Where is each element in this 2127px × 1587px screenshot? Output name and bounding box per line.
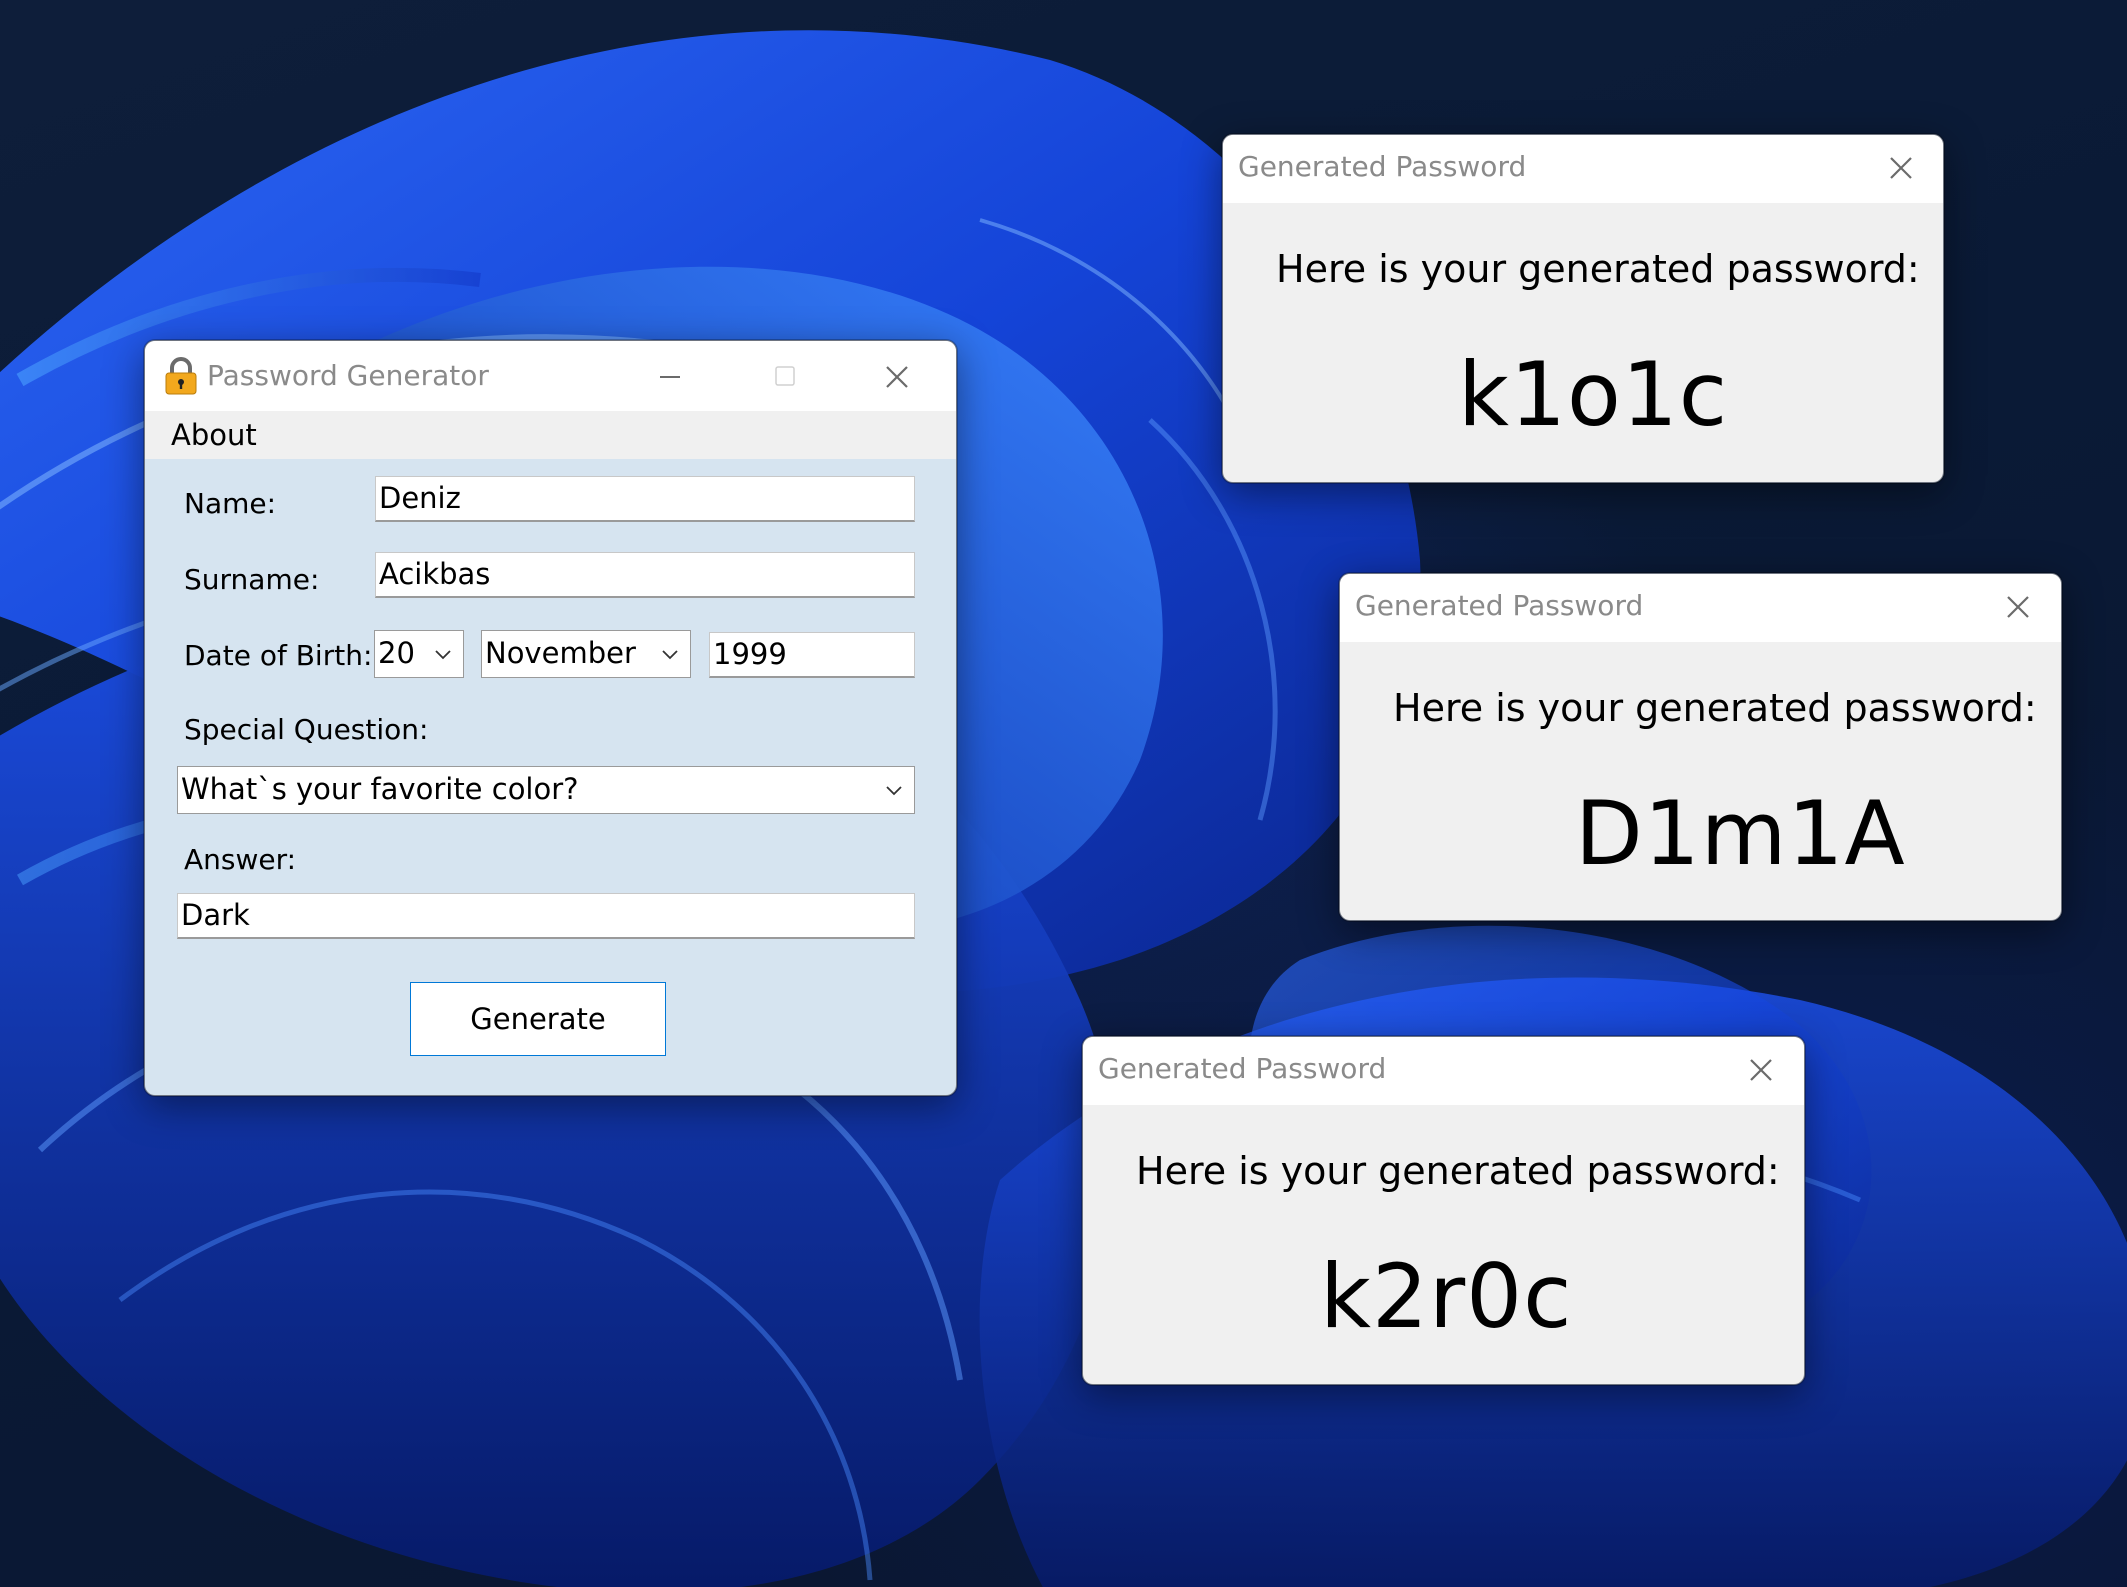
dialog-title: Generated Password bbox=[1355, 589, 1644, 622]
name-input[interactable]: Deniz bbox=[375, 476, 915, 522]
close-button[interactable] bbox=[881, 361, 913, 393]
dialog-title: Generated Password bbox=[1238, 150, 1527, 183]
generated-password-dialog: Generated Password Here is your generate… bbox=[1222, 134, 1944, 483]
dialog-message: Here is your generated password: bbox=[1136, 1149, 1780, 1193]
close-icon bbox=[2007, 596, 2029, 618]
generated-password-dialog: Generated Password Here is your generate… bbox=[1339, 573, 2062, 921]
generate-button[interactable]: Generate bbox=[410, 982, 666, 1056]
password-generator-window: Password Generator About Name: Deniz Sur… bbox=[144, 340, 957, 1096]
answer-label: Answer: bbox=[184, 843, 297, 876]
surname-input[interactable]: Acikbas bbox=[375, 552, 915, 598]
dob-year-input[interactable]: 1999 bbox=[709, 632, 915, 678]
maximize-icon bbox=[775, 366, 795, 386]
minimize-icon bbox=[660, 376, 680, 378]
padlock-icon bbox=[165, 357, 197, 395]
surname-label: Surname: bbox=[184, 563, 320, 596]
special-question-value: What`s your favorite color? bbox=[181, 772, 579, 806]
menu-bar: About bbox=[145, 411, 956, 459]
dialog-close-button[interactable] bbox=[1885, 152, 1917, 184]
dob-label: Date of Birth: bbox=[184, 639, 373, 672]
dialog-message: Here is your generated password: bbox=[1276, 247, 1920, 291]
special-question-label: Special Question: bbox=[184, 713, 429, 746]
dialog-title: Generated Password bbox=[1098, 1052, 1387, 1085]
close-icon bbox=[886, 366, 908, 388]
generated-password-dialog: Generated Password Here is your generate… bbox=[1082, 1036, 1805, 1385]
dialog-titlebar[interactable]: Generated Password bbox=[1083, 1037, 1804, 1105]
name-label: Name: bbox=[184, 487, 277, 520]
dialog-close-button[interactable] bbox=[1745, 1054, 1777, 1086]
dialog-titlebar[interactable]: Generated Password bbox=[1223, 135, 1943, 203]
dialog-titlebar[interactable]: Generated Password bbox=[1340, 574, 2061, 642]
maximize-button[interactable] bbox=[765, 359, 805, 395]
close-icon bbox=[1750, 1059, 1772, 1081]
generated-password: k2r0c bbox=[1320, 1245, 1573, 1348]
close-icon bbox=[1890, 157, 1912, 179]
chevron-down-icon bbox=[886, 786, 902, 796]
dob-month-value: November bbox=[485, 636, 636, 670]
menu-about[interactable]: About bbox=[171, 418, 257, 452]
dob-day-select[interactable]: 20 bbox=[374, 630, 464, 678]
minimize-button[interactable] bbox=[650, 359, 690, 395]
dob-day-value: 20 bbox=[378, 636, 415, 670]
main-titlebar[interactable]: Password Generator bbox=[145, 341, 956, 411]
generated-password: D1m1A bbox=[1575, 782, 1906, 885]
answer-input[interactable]: Dark bbox=[177, 893, 915, 939]
chevron-down-icon bbox=[435, 650, 451, 660]
generated-password: k1o1c bbox=[1458, 343, 1729, 446]
window-title: Password Generator bbox=[207, 359, 489, 392]
special-question-select[interactable]: What`s your favorite color? bbox=[177, 766, 915, 814]
dob-month-select[interactable]: November bbox=[481, 630, 691, 678]
dialog-close-button[interactable] bbox=[2002, 591, 2034, 623]
dialog-message: Here is your generated password: bbox=[1393, 686, 2037, 730]
chevron-down-icon bbox=[662, 650, 678, 660]
